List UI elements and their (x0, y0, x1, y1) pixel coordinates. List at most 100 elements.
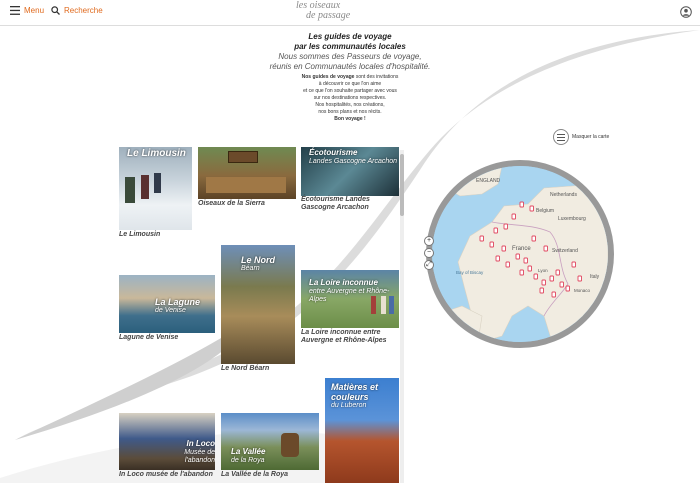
map-marker[interactable] (549, 275, 554, 282)
hamburger-icon (10, 6, 20, 15)
intro-p3: et ce que l'on souhaite partager avec vo… (303, 88, 397, 94)
guide-card[interactable]: La Lagune de Venise Lagune de Venise (119, 275, 215, 341)
map-marker[interactable] (527, 265, 532, 272)
account-button[interactable] (680, 5, 692, 23)
map-label-switzerland: Switzerland (552, 248, 578, 254)
hide-map-button[interactable]: Masquer la carte (553, 129, 609, 145)
guide-caption: In Loco musée de l'abandon (119, 471, 213, 478)
intro-title1: Les guides de voyage (308, 32, 392, 41)
guide-image: Matières et couleurs du Luberon (325, 378, 399, 483)
guide-caption: Oiseaux de la Sierra (198, 200, 265, 207)
user-icon (680, 6, 692, 18)
map-marker[interactable] (533, 273, 538, 280)
guide-caption: La Loire inconnue entre Auvergne et Rhôn… (301, 329, 387, 344)
map-label-belgium: Belgium (536, 208, 554, 214)
zoom-out-button[interactable]: − (424, 248, 434, 258)
intro-p4: sur nos destinations respectives. (313, 95, 387, 101)
intro-p1-bold: Nos guides de voyage (301, 74, 355, 80)
map-marker[interactable] (519, 269, 524, 276)
map-marker[interactable] (479, 235, 484, 242)
map-label-lyon: Lyon (538, 268, 548, 273)
zoom-in-button[interactable]: + (424, 236, 434, 246)
map-marker[interactable] (571, 261, 576, 268)
guide-overlay-title: La Loire inconnue entre Auvergne et Rhône… (309, 278, 390, 303)
guide-card[interactable]: Le Nord Béarn Le Nord Béarn (221, 245, 295, 375)
guide-overlay-title: Le Limousin (127, 148, 186, 159)
guide-caption: Écotourisme Landes Gascogne Arcachon (301, 196, 370, 211)
map-marker[interactable] (541, 279, 546, 286)
guide-overlay-title: Le Nord Béarn (241, 255, 276, 272)
map-marker[interactable] (551, 291, 556, 298)
map-marker[interactable] (493, 227, 498, 234)
search-icon (51, 6, 60, 15)
search-label: Recherche (64, 6, 103, 15)
map-marker[interactable] (489, 241, 494, 248)
guide-overlay-title: Écotourisme Landes Gascogne Arcachon (309, 148, 398, 165)
guide-card[interactable]: Oiseaux de la Sierra (198, 147, 296, 209)
guide-card[interactable]: Matières et couleurs du Luberon (325, 378, 399, 483)
map-marker[interactable] (523, 257, 528, 264)
map-label-luxembourg: Luxembourg (558, 216, 586, 222)
map-marker[interactable] (555, 269, 560, 276)
map-marker[interactable] (505, 261, 510, 268)
guides-scrollbar[interactable] (400, 150, 404, 483)
map-svg: ENGLAND Netherlands Germ Belgium Luxembo… (432, 166, 608, 342)
guide-caption: La Vallée de la Roya (221, 471, 289, 478)
map-label-monaco: Monaco (574, 288, 591, 293)
guide-caption: Le Limousin (119, 231, 161, 238)
map-marker[interactable] (511, 213, 516, 220)
map-label-england: ENGLAND (476, 178, 501, 184)
intro-p6: nos bons plans et nos récits. (318, 109, 382, 115)
guide-caption: Lagune de Venise (119, 334, 179, 341)
menu-label: Menu (24, 6, 45, 15)
map-marker[interactable] (539, 287, 544, 294)
fullscreen-button[interactable]: ⤢ (424, 260, 434, 270)
map-marker[interactable] (503, 223, 508, 230)
guide-image: Le Nord Béarn (221, 245, 295, 364)
guide-card[interactable]: In Loco Musée de l'abandon In Loco musée … (119, 413, 215, 483)
guide-overlay-title: La Vallée de la Roya (231, 447, 266, 464)
guide-overlay-title: Matières et couleurs du Luberon (331, 382, 379, 409)
guide-caption: Le Nord Béarn (221, 365, 270, 372)
map-marker[interactable] (577, 275, 582, 282)
logo-line2: de passage (306, 10, 351, 21)
intro-title2: par les communautés locales (294, 42, 406, 51)
guide-card[interactable]: La Vallée de la Roya La Vallée de la Roya (221, 413, 319, 483)
scrollbar-thumb[interactable] (400, 154, 404, 216)
guide-card[interactable]: Écotourisme Landes Gascogne Arcachon Écot… (301, 147, 399, 213)
intro-p1-rest: sont des invitations (354, 74, 399, 80)
top-bar: Menu Recherche les oiseaux de passage (0, 0, 700, 26)
map-marker[interactable] (529, 205, 534, 212)
guide-overlay-title: In Loco Musée de l'abandon (184, 439, 215, 464)
search-button[interactable]: Recherche (51, 6, 103, 15)
map-marker[interactable] (495, 255, 500, 262)
guide-image: Le Limousin (119, 147, 192, 230)
guide-image: La Lagune de Venise (119, 275, 215, 333)
intro-p5: Nos hospitalités, nos créations, (315, 102, 385, 108)
intro-sub1: Nous sommes des Passeurs de voyage, (278, 52, 422, 61)
map-marker[interactable] (501, 245, 506, 252)
map-label-netherlands: Netherlands (550, 192, 577, 198)
menu-button[interactable]: Menu (10, 6, 44, 15)
map-marker[interactable] (559, 281, 564, 288)
guide-image (198, 147, 296, 199)
guide-card[interactable]: Le Limousin Le Limousin (119, 147, 192, 238)
map-label-bay: Bay of Biscay (456, 270, 484, 275)
guide-image: Écotourisme Landes Gascogne Arcachon (301, 147, 399, 196)
map-marker[interactable] (565, 285, 570, 292)
map-marker[interactable] (519, 201, 524, 208)
map-marker[interactable] (531, 235, 536, 242)
hide-map-label: Masquer la carte (572, 134, 610, 140)
site-logo[interactable]: les oiseaux de passage (296, 1, 350, 21)
map-marker[interactable] (515, 253, 520, 260)
guide-image: La Vallée de la Roya (221, 413, 319, 470)
list-icon (553, 129, 569, 145)
map-label-france: France (512, 246, 531, 252)
intro-p2: à découvrir ce que l'on aime (318, 81, 382, 87)
map-marker[interactable] (543, 245, 548, 252)
guide-card[interactable]: La Loire inconnue entre Auvergne et Rhône… (301, 270, 399, 348)
guide-overlay-title: La Lagune de Venise (155, 297, 201, 314)
destinations-map[interactable]: ENGLAND Netherlands Germ Belgium Luxembo… (426, 160, 614, 348)
intro-sub2: réunis en Communautés locales d'hospital… (269, 62, 431, 71)
map-zoom-controls: + − ⤢ (424, 236, 434, 270)
